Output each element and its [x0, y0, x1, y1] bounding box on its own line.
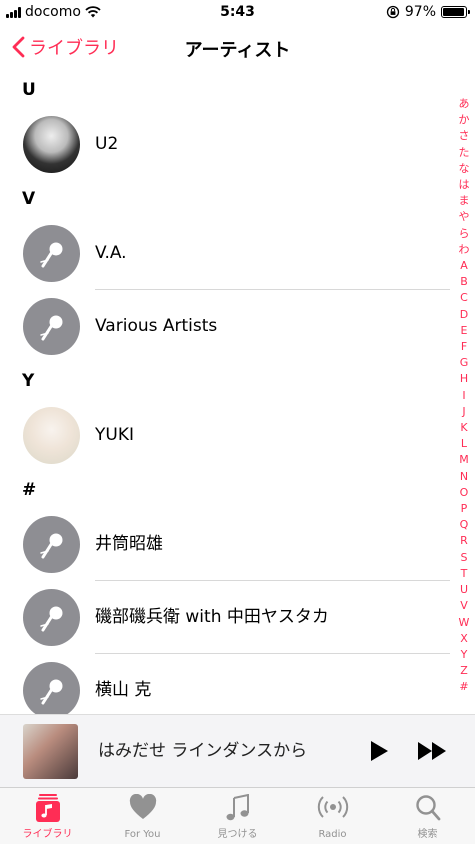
battery-percent: 97%: [404, 4, 436, 20]
index-letter[interactable]: K: [460, 420, 467, 436]
index-letter[interactable]: Q: [460, 517, 469, 533]
microphone-icon: [23, 516, 80, 573]
artist-name: YUKI: [95, 425, 134, 445]
index-letter[interactable]: G: [460, 355, 469, 371]
heart-icon: [129, 794, 156, 819]
index-letter[interactable]: ら: [459, 226, 470, 242]
index-letter[interactable]: H: [460, 371, 468, 387]
index-letter[interactable]: B: [460, 274, 468, 290]
tab-label: ライブラリ: [22, 829, 73, 840]
tab-radio[interactable]: Radio: [285, 788, 380, 844]
artist-name: 磯部磯兵衛 with 中田ヤスタカ: [95, 607, 329, 627]
album-artwork: [23, 724, 78, 779]
section-header: V: [22, 189, 36, 209]
library-icon: [35, 794, 60, 822]
mini-player[interactable]: はみだせ ラインダンスから: [0, 714, 475, 787]
index-letter[interactable]: ま: [459, 193, 470, 209]
index-letter[interactable]: E: [461, 323, 468, 339]
status-right: 97%: [386, 4, 470, 20]
microphone-icon: [23, 589, 80, 646]
battery-icon: [441, 6, 470, 18]
microphone-icon: [23, 225, 80, 282]
tab-label: For You: [124, 829, 161, 840]
index-letter[interactable]: Z: [460, 663, 468, 679]
index-letter[interactable]: F: [461, 339, 467, 355]
index-letter[interactable]: O: [460, 485, 469, 501]
index-letter[interactable]: P: [461, 501, 468, 517]
artist-name: U2: [95, 134, 119, 154]
music-note-icon: [226, 794, 249, 821]
index-letter[interactable]: Y: [461, 647, 468, 663]
tab-search[interactable]: 検索: [380, 788, 475, 844]
status-bar: docomo 5:43 97%: [0, 0, 475, 24]
play-icon[interactable]: [368, 739, 390, 763]
section-header: #: [22, 480, 37, 500]
index-letter[interactable]: W: [459, 615, 470, 631]
index-letter[interactable]: L: [461, 436, 467, 452]
index-letter[interactable]: S: [461, 550, 468, 566]
index-letter[interactable]: た: [459, 145, 470, 161]
artist-row[interactable]: 井筒昭雄: [0, 508, 450, 581]
artist-name: 井筒昭雄: [95, 534, 163, 554]
artist-photo: [23, 407, 80, 464]
index-letter[interactable]: A: [460, 258, 468, 274]
index-letter[interactable]: J: [462, 404, 465, 420]
artist-list: U U2 V V.A. Various Artists Y YUKI # 井筒昭…: [0, 72, 450, 727]
tab-browse[interactable]: 見つける: [190, 788, 285, 844]
section-header: U: [22, 80, 36, 100]
index-letter[interactable]: C: [460, 290, 468, 306]
artist-row[interactable]: YUKI: [0, 399, 450, 472]
next-track-icon[interactable]: [417, 741, 449, 761]
artist-name: V.A.: [95, 243, 127, 263]
tab-bar: ライブラリ For You 見つける Radio 検索: [0, 787, 475, 844]
rotation-lock-icon: [386, 5, 400, 19]
microphone-icon: [23, 298, 80, 355]
index-letter[interactable]: か: [459, 112, 470, 128]
index-letter[interactable]: わ: [459, 242, 470, 258]
tab-library[interactable]: ライブラリ: [0, 788, 95, 844]
index-letter[interactable]: X: [460, 631, 468, 647]
index-letter[interactable]: I: [462, 388, 465, 404]
artist-row[interactable]: Various Artists: [0, 290, 450, 363]
artist-name: Various Artists: [95, 316, 218, 336]
artist-row[interactable]: 磯部磯兵衛 with 中田ヤスタカ: [0, 581, 450, 654]
navigation-bar: ライブラリ アーティスト: [0, 24, 475, 72]
tab-for-you[interactable]: For You: [95, 788, 190, 844]
index-letter[interactable]: や: [459, 209, 470, 225]
artist-row[interactable]: U2: [0, 108, 450, 181]
index-letter[interactable]: U: [460, 582, 468, 598]
index-letter[interactable]: N: [460, 469, 468, 485]
index-letter[interactable]: M: [459, 452, 469, 468]
index-letter[interactable]: あ: [459, 96, 470, 112]
index-letter[interactable]: D: [460, 307, 468, 323]
index-letter[interactable]: な: [459, 161, 470, 177]
index-letter[interactable]: R: [460, 533, 468, 549]
search-icon: [415, 795, 440, 821]
tab-label: 検索: [417, 829, 438, 840]
index-letter[interactable]: さ: [459, 128, 470, 144]
radio-icon: [317, 796, 348, 818]
page-title: アーティスト: [184, 40, 291, 61]
tab-label: Radio: [318, 829, 347, 840]
section-header: Y: [22, 371, 35, 391]
artist-row[interactable]: V.A.: [0, 217, 450, 290]
now-playing-title: はみだせ ラインダンスから: [98, 741, 308, 761]
tab-label: 見つける: [217, 829, 258, 840]
index-letter[interactable]: #: [459, 679, 468, 695]
index-letter[interactable]: T: [461, 566, 468, 582]
index-letter[interactable]: V: [460, 598, 468, 614]
microphone-icon: [23, 662, 80, 719]
index-letter[interactable]: は: [459, 177, 470, 193]
section-index[interactable]: あかさたなはまやらわ A B C D E F G H I J K L M N O P Q R S T U V W X Y Z #: [457, 96, 471, 696]
artist-photo: [23, 116, 80, 173]
